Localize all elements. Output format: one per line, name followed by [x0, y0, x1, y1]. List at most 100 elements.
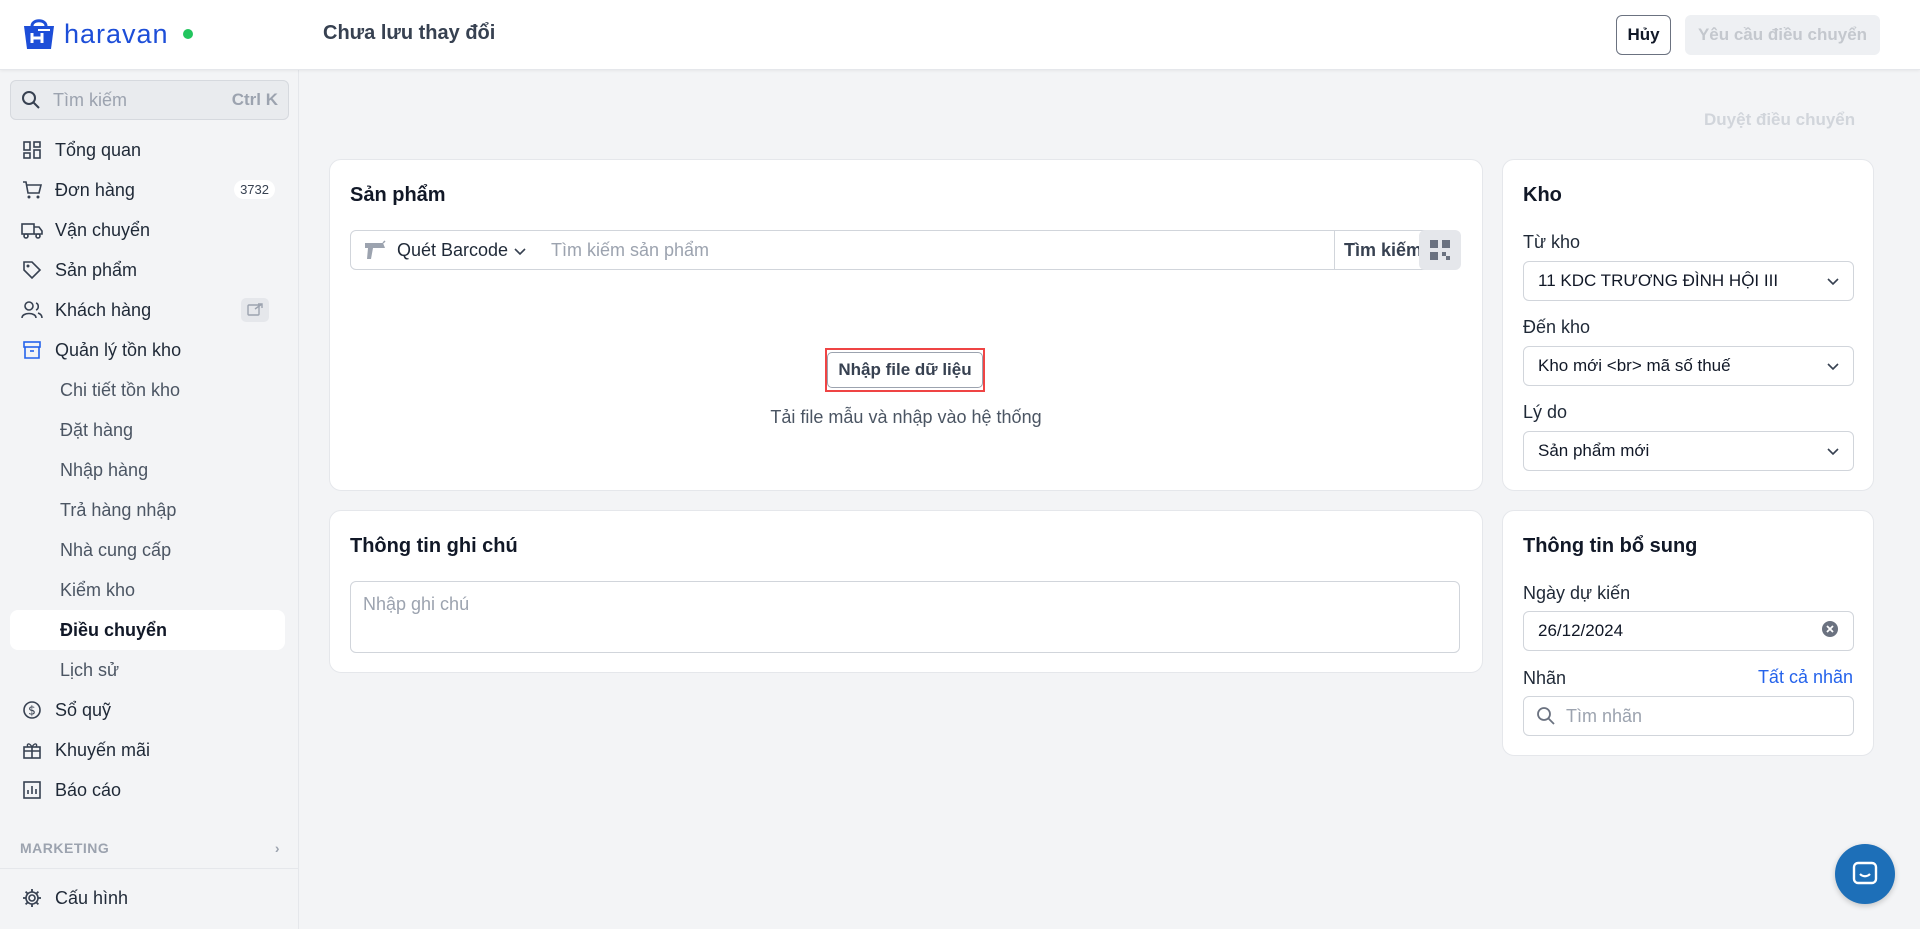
expected-date-input[interactable]: 26/12/2024 — [1523, 611, 1854, 651]
marketing-section[interactable]: MARKETING › — [20, 840, 280, 856]
note-card: Thông tin ghi chú Nhập ghi chú — [329, 510, 1483, 673]
reason-label: Lý do — [1523, 402, 1568, 422]
sidebar-subitem-suppliers[interactable]: Nhà cung cấp — [0, 530, 299, 570]
from-warehouse-select[interactable]: 11 KDC TRƯƠNG ĐÌNH HỘI III — [1523, 261, 1854, 301]
cart-icon — [21, 179, 43, 201]
tag-label: Nhãn — [1523, 668, 1567, 688]
sidebar-item-label: Báo cáo — [55, 779, 122, 800]
sidebar-nav: Tổng quan Đơn hàng 3732 Vận chuyển Sản p… — [0, 130, 299, 810]
sidebar-item-overview[interactable]: Tổng quan — [0, 130, 299, 170]
sidebar-item-cashbook[interactable]: $ Sổ quỹ — [0, 690, 299, 730]
tag-icon — [21, 259, 43, 281]
sidebar-item-label: Khách hàng — [55, 299, 152, 320]
product-card-title: Sản phẩm — [350, 184, 446, 206]
chevron-right-icon: › — [274, 840, 280, 856]
haravan-logo-icon — [24, 19, 54, 49]
sidebar-subitem-history[interactable]: Lịch sử — [0, 650, 299, 690]
search-icon — [1537, 707, 1555, 725]
note-card-title: Thông tin ghi chú — [350, 535, 518, 557]
sidebar-subitem-stock-detail[interactable]: Chi tiết tồn kho — [0, 370, 299, 410]
users-icon — [21, 299, 43, 321]
top-bar: haravan Chưa lưu thay đổi Hủy Yêu cầu đi… — [0, 0, 1920, 70]
import-file-button[interactable]: Nhập file dữ liệu — [827, 352, 983, 388]
tag-search-input[interactable]: Tìm nhãn — [1523, 696, 1854, 736]
sidebar-subitem-receive[interactable]: Nhập hàng — [0, 450, 299, 490]
reason-select[interactable]: Sản phẩm mới — [1523, 431, 1854, 471]
warehouse-card-title: Kho — [1523, 184, 1562, 206]
status-dot — [182, 29, 193, 39]
sidebar-item-products[interactable]: Sản phẩm — [0, 250, 299, 290]
product-search-button[interactable]: Tìm kiếm — [1334, 231, 1431, 269]
page-title: Chưa lưu thay đổi — [323, 22, 496, 44]
sidebar-item-label: Đơn hàng — [55, 179, 135, 200]
product-search-bar: Quét Barcode Tìm kiếm sản phẩm Tìm kiếm — [350, 230, 1432, 270]
approve-transfer-button[interactable]: Duyệt điều chuyển — [1704, 110, 1855, 130]
sidebar-subitem-transfer[interactable]: Điều chuyển — [10, 610, 285, 650]
dollar-icon: $ — [21, 699, 43, 721]
sidebar-item-settings[interactable]: Cấu hình — [0, 878, 299, 918]
search-shortcut: Ctrl K — [231, 90, 278, 109]
truck-icon — [21, 219, 43, 241]
note-textarea[interactable]: Nhập ghi chú — [350, 581, 1460, 653]
sidebar-item-reports[interactable]: Báo cáo — [0, 770, 299, 810]
to-warehouse-value: Kho mới <br> mã số thuế — [1538, 356, 1731, 375]
chevron-down-icon — [1827, 441, 1839, 461]
report-icon — [21, 779, 43, 801]
chat-button[interactable] — [1835, 844, 1895, 904]
qr-scan-button[interactable] — [1419, 230, 1461, 270]
from-warehouse-value: 11 KDC TRƯƠNG ĐÌNH HỘI III — [1538, 271, 1779, 290]
sidebar: Tìm kiếm Ctrl K Tổng quan Đơn hàng 3732 … — [0, 70, 299, 929]
all-tags-link[interactable]: Tất cả nhãn — [1758, 667, 1853, 688]
import-description: Tải file mẫu và nhập vào hệ thống — [770, 407, 1042, 427]
logo-text: haravan — [64, 18, 169, 49]
scan-barcode-dropdown[interactable]: Quét Barcode — [351, 231, 541, 269]
sidebar-item-customers[interactable]: Khách hàng — [0, 290, 299, 330]
cancel-button[interactable]: Hủy — [1616, 15, 1671, 55]
extra-info-card: Thông tin bổ sung Ngày dự kiến 26/12/202… — [1502, 510, 1874, 756]
sidebar-item-label: Sản phẩm — [55, 259, 138, 280]
dashboard-icon — [21, 139, 43, 161]
qr-icon — [1430, 240, 1450, 260]
sidebar-item-promotions[interactable]: Khuyến mãi — [0, 730, 299, 770]
sidebar-item-inventory[interactable]: Quản lý tồn kho — [0, 330, 299, 370]
svg-text:$: $ — [28, 704, 36, 718]
warehouse-card: Kho Từ kho 11 KDC TRƯƠNG ĐÌNH HỘI III Đế… — [1502, 159, 1874, 491]
marketing-label: MARKETING — [20, 840, 110, 856]
sidebar-item-shipping[interactable]: Vận chuyển — [0, 210, 299, 250]
external-link-icon[interactable] — [241, 298, 269, 322]
sidebar-config: Cấu hình — [0, 878, 299, 918]
gift-icon — [21, 739, 43, 761]
logo[interactable]: haravan — [20, 16, 193, 52]
import-file-highlight: Nhập file dữ liệu — [825, 348, 985, 392]
tag-search-placeholder: Tìm nhãn — [1566, 705, 1643, 726]
sidebar-item-label: Khuyến mãi — [55, 739, 151, 760]
sidebar-subitem-stocktake[interactable]: Kiểm kho — [0, 570, 299, 610]
from-warehouse-label: Từ kho — [1523, 232, 1581, 252]
sidebar-item-label: Tổng quan — [55, 139, 142, 160]
sidebar-subitem-return[interactable]: Trả hàng nhập — [0, 490, 299, 530]
to-warehouse-label: Đến kho — [1523, 317, 1591, 337]
chevron-down-icon — [1827, 356, 1839, 376]
chat-icon — [1852, 861, 1878, 885]
request-transfer-button[interactable]: Yêu cầu điều chuyển — [1685, 15, 1880, 55]
chevron-down-icon — [1827, 271, 1839, 291]
search-icon — [22, 91, 40, 109]
to-warehouse-select[interactable]: Kho mới <br> mã số thuế — [1523, 346, 1854, 386]
sidebar-item-label: Cấu hình — [55, 887, 129, 908]
divider — [0, 868, 298, 869]
sidebar-subitem-purchase-order[interactable]: Đặt hàng — [0, 410, 299, 450]
extra-info-card-title: Thông tin bổ sung — [1523, 535, 1698, 557]
expected-date-label: Ngày dự kiến — [1523, 583, 1631, 603]
sidebar-item-label: Sổ quỹ — [55, 699, 112, 720]
sidebar-search[interactable]: Tìm kiếm Ctrl K — [10, 80, 289, 120]
orders-count-badge: 3732 — [234, 180, 275, 199]
product-search-input[interactable]: Tìm kiếm sản phẩm — [541, 240, 1334, 261]
barcode-scanner-icon — [365, 240, 386, 259]
archive-icon — [21, 339, 43, 361]
sidebar-item-orders[interactable]: Đơn hàng 3732 — [0, 170, 299, 210]
sidebar-item-label: Vận chuyển — [55, 219, 151, 240]
clear-icon[interactable] — [1821, 620, 1839, 643]
gear-icon — [21, 887, 43, 909]
product-card: Sản phẩm Quét Barcode Tìm kiếm sản phẩm … — [329, 159, 1483, 491]
chevron-down-icon — [514, 240, 526, 261]
